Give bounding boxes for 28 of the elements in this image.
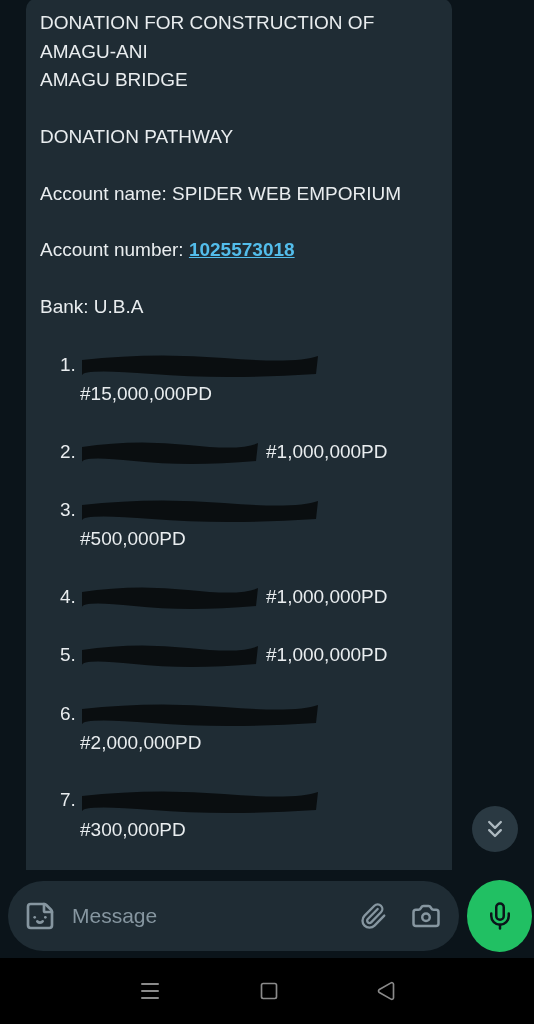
sticker-icon[interactable] <box>24 900 56 932</box>
message-input[interactable]: Message <box>70 903 345 929</box>
donation-amount: #1,000,000PD <box>266 439 388 464</box>
message-heading: AMAGU-ANI <box>40 39 149 64</box>
paperclip-icon[interactable] <box>359 902 387 930</box>
scroll-down-button[interactable] <box>472 806 518 852</box>
list-number: 6. <box>60 701 77 726</box>
list-number: 7. <box>60 788 77 813</box>
donation-amount: #2,000,000PD <box>79 730 203 755</box>
list-number: 4. <box>60 584 77 609</box>
donation-amount: #300,000PD <box>79 817 187 842</box>
list-number: 1. <box>60 352 77 377</box>
message-heading: DONATION FOR CONSTRUCTION OF <box>40 11 376 36</box>
list-number: 3. <box>60 498 77 522</box>
donation-amount: #500,000PD <box>79 527 187 552</box>
field-label: Account number: <box>40 239 184 261</box>
list-number: 2. <box>60 439 77 464</box>
account-number-link[interactable]: 1025573018 <box>188 239 295 261</box>
home-square-icon[interactable] <box>259 981 279 1001</box>
donation-amount: #1,000,000PD <box>266 584 388 609</box>
donation-amount: #1,000,000PD <box>266 643 388 668</box>
back-triangle-icon[interactable] <box>375 981 396 1001</box>
list-number: 5. <box>60 643 77 668</box>
message-heading: AMAGU BRIDGE <box>40 68 189 93</box>
message-subheading: DONATION PATHWAY <box>40 124 235 149</box>
field-text: Account name: SPIDER WEB EMPORIUM <box>40 181 403 206</box>
donation-amount: #15,000,000PD <box>79 382 214 407</box>
field-text: Bank: U.B.A <box>40 295 145 320</box>
